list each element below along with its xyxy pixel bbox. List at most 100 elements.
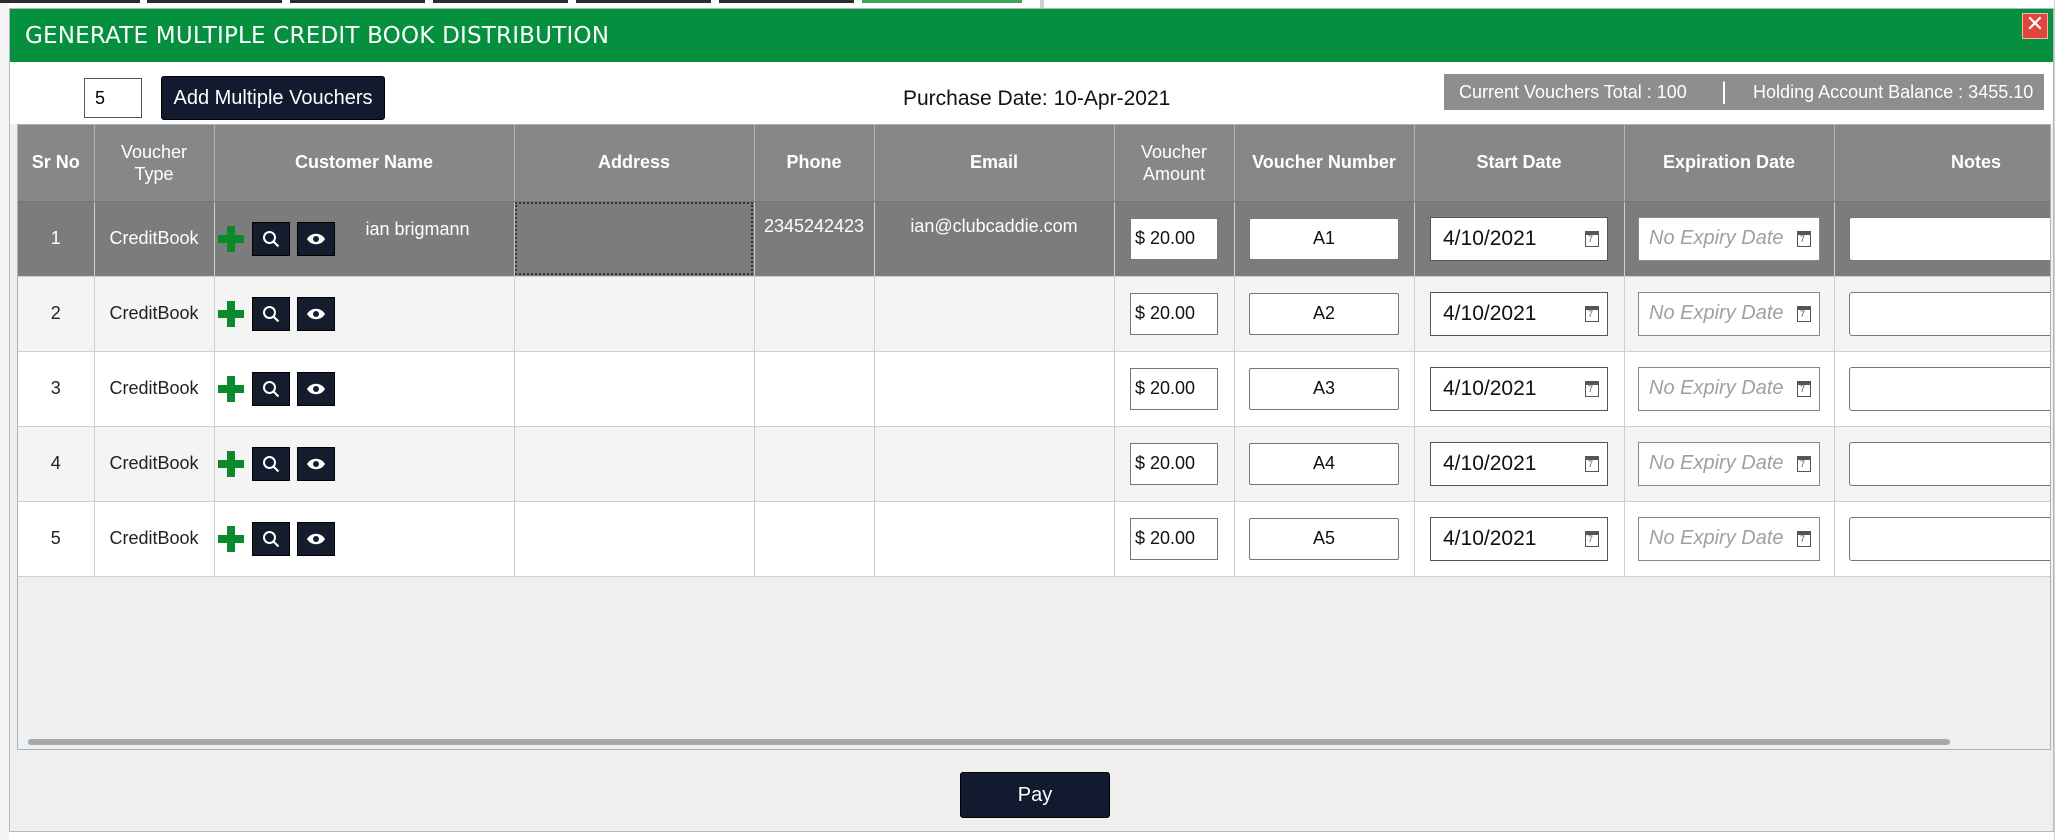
view-customer-button[interactable] <box>296 371 335 406</box>
cell-address[interactable] <box>514 501 755 577</box>
view-customer-button[interactable] <box>296 521 335 556</box>
calendar-icon[interactable] <box>1585 530 1599 547</box>
table-row[interactable]: 5 CreditBook $ 20.00 A5 4/10/2021 7 No E… <box>18 501 2050 577</box>
voucher-amount-input[interactable]: $ 20.00 <box>1130 517 1218 560</box>
modal-title: GENERATE MULTIPLE CREDIT BOOK DISTRIBUTI… <box>25 23 610 49</box>
header-sr-no[interactable]: Sr No <box>18 125 95 202</box>
cell-address[interactable] <box>514 351 755 427</box>
view-customer-button[interactable] <box>296 296 335 331</box>
cell-customer-name <box>214 351 515 427</box>
background-tab <box>576 0 711 3</box>
cell-address[interactable] <box>514 201 755 277</box>
calendar-icon[interactable] <box>1585 305 1599 322</box>
plus-icon[interactable] <box>217 525 244 552</box>
cell-sr-no: 1 <box>18 201 95 277</box>
header-expiration-date[interactable]: Expiration Date <box>1624 125 1835 202</box>
background-app-left <box>0 0 9 840</box>
voucher-grid: Sr No Voucher Type Customer Name Address … <box>17 124 2051 750</box>
cell-phone <box>754 276 875 352</box>
cell-notes <box>1834 501 2050 577</box>
add-multiple-vouchers-button[interactable]: Add Multiple Vouchers <box>161 76 385 120</box>
notes-input[interactable] <box>1848 516 2050 561</box>
notes-input[interactable] <box>1848 366 2050 411</box>
view-customer-button[interactable] <box>296 446 335 481</box>
cell-voucher-amount: $ 20.00 <box>1114 501 1235 577</box>
cell-voucher-number: A3 <box>1234 351 1415 427</box>
start-date-picker[interactable]: 4/10/2021 <box>1430 366 1608 411</box>
expiration-date-picker[interactable]: No Expiry Date <box>1638 216 1820 261</box>
voucher-number-input[interactable]: A1 <box>1249 217 1399 260</box>
cell-address[interactable] <box>514 276 755 352</box>
header-voucher-number[interactable]: Voucher Number <box>1234 125 1415 202</box>
start-date-picker[interactable]: 4/10/2021 <box>1430 291 1608 336</box>
search-icon <box>262 530 279 547</box>
header-voucher-type[interactable]: Voucher Type <box>94 125 215 202</box>
start-date-picker[interactable]: 4/10/2021 <box>1430 216 1608 261</box>
header-voucher-amount[interactable]: Voucher Amount <box>1114 125 1235 202</box>
search-customer-button[interactable] <box>251 296 290 331</box>
table-row[interactable]: 4 CreditBook $ 20.00 A4 4/10/2021 7 No E… <box>18 426 2050 502</box>
plus-icon[interactable] <box>217 450 244 477</box>
cell-phone <box>754 426 875 502</box>
start-date-picker[interactable]: 4/10/2021 <box>1430 441 1608 486</box>
background-tab <box>147 0 282 3</box>
expiration-date-picker[interactable]: No Expiry Date <box>1638 366 1820 411</box>
calendar-icon[interactable] <box>1797 380 1811 397</box>
voucher-number-input[interactable]: A2 <box>1249 292 1399 335</box>
cell-start-date: 4/10/2021 <box>1414 501 1625 577</box>
voucher-amount-input[interactable]: $ 20.00 <box>1130 292 1218 335</box>
expiration-date-picker[interactable]: No Expiry Date <box>1638 441 1820 486</box>
background-tab <box>0 0 140 3</box>
holding-account-balance: Holding Account Balance : 3455.10 <box>1753 81 2034 102</box>
table-row[interactable]: 2 CreditBook $ 20.00 A2 4/10/2021 7 No E… <box>18 276 2050 352</box>
calendar-icon[interactable] <box>1585 455 1599 472</box>
voucher-amount-input[interactable]: $ 20.00 <box>1130 442 1218 485</box>
header-email[interactable]: Email <box>874 125 1115 202</box>
start-date-value: 4/10/2021 <box>1443 226 1537 250</box>
voucher-amount-input[interactable]: $ 20.00 <box>1130 367 1218 410</box>
header-notes[interactable]: Notes <box>1834 125 2050 202</box>
start-date-value: 4/10/2021 <box>1443 526 1537 550</box>
calendar-icon[interactable] <box>1797 530 1811 547</box>
cell-sr-no: 3 <box>18 351 95 427</box>
header-address[interactable]: Address <box>514 125 755 202</box>
view-customer-button[interactable] <box>296 221 335 256</box>
notes-input[interactable] <box>1848 216 2050 261</box>
expiration-date-picker[interactable]: No Expiry Date <box>1638 291 1820 336</box>
header-customer-name[interactable]: Customer Name <box>214 125 515 202</box>
header-phone[interactable]: Phone <box>754 125 875 202</box>
pay-button[interactable]: Pay <box>960 772 1110 818</box>
voucher-number-input[interactable]: A5 <box>1249 517 1399 560</box>
notes-input[interactable] <box>1848 441 2050 486</box>
close-button[interactable]: ✕ <box>2022 13 2048 39</box>
start-date-picker[interactable]: 4/10/2021 <box>1430 516 1608 561</box>
calendar-icon[interactable] <box>1797 305 1811 322</box>
calendar-icon[interactable] <box>1585 230 1599 247</box>
plus-icon[interactable] <box>217 225 244 252</box>
cell-start-date: 4/10/2021 <box>1414 276 1625 352</box>
calendar-icon[interactable] <box>1797 230 1811 247</box>
expiration-date-picker[interactable]: No Expiry Date <box>1638 516 1820 561</box>
cell-address[interactable] <box>514 426 755 502</box>
totals-bar: Current Vouchers Total : 100 | Holding A… <box>1444 74 2044 110</box>
search-customer-button[interactable] <box>251 371 290 406</box>
voucher-count-input[interactable] <box>84 78 142 118</box>
calendar-icon[interactable] <box>1797 455 1811 472</box>
header-start-date[interactable]: Start Date <box>1414 125 1625 202</box>
search-customer-button[interactable] <box>251 446 290 481</box>
plus-icon[interactable] <box>217 300 244 327</box>
table-row[interactable]: 3 CreditBook $ 20.00 A3 4/10/2021 7 No E… <box>18 351 2050 427</box>
voucher-number-input[interactable]: A4 <box>1249 442 1399 485</box>
plus-icon[interactable] <box>217 375 244 402</box>
voucher-amount-input[interactable]: $ 20.00 <box>1130 217 1218 260</box>
cell-phone <box>754 351 875 427</box>
search-customer-button[interactable] <box>251 521 290 556</box>
voucher-number-input[interactable]: A3 <box>1249 367 1399 410</box>
notes-input[interactable] <box>1848 291 2050 336</box>
calendar-icon[interactable] <box>1585 380 1599 397</box>
search-icon <box>262 230 279 247</box>
cell-email <box>874 501 1115 577</box>
horizontal-scrollbar[interactable] <box>28 739 1950 745</box>
table-row[interactable]: 1 CreditBook ian brigmann 2345242423 ian… <box>18 201 2050 277</box>
search-customer-button[interactable] <box>251 221 290 256</box>
